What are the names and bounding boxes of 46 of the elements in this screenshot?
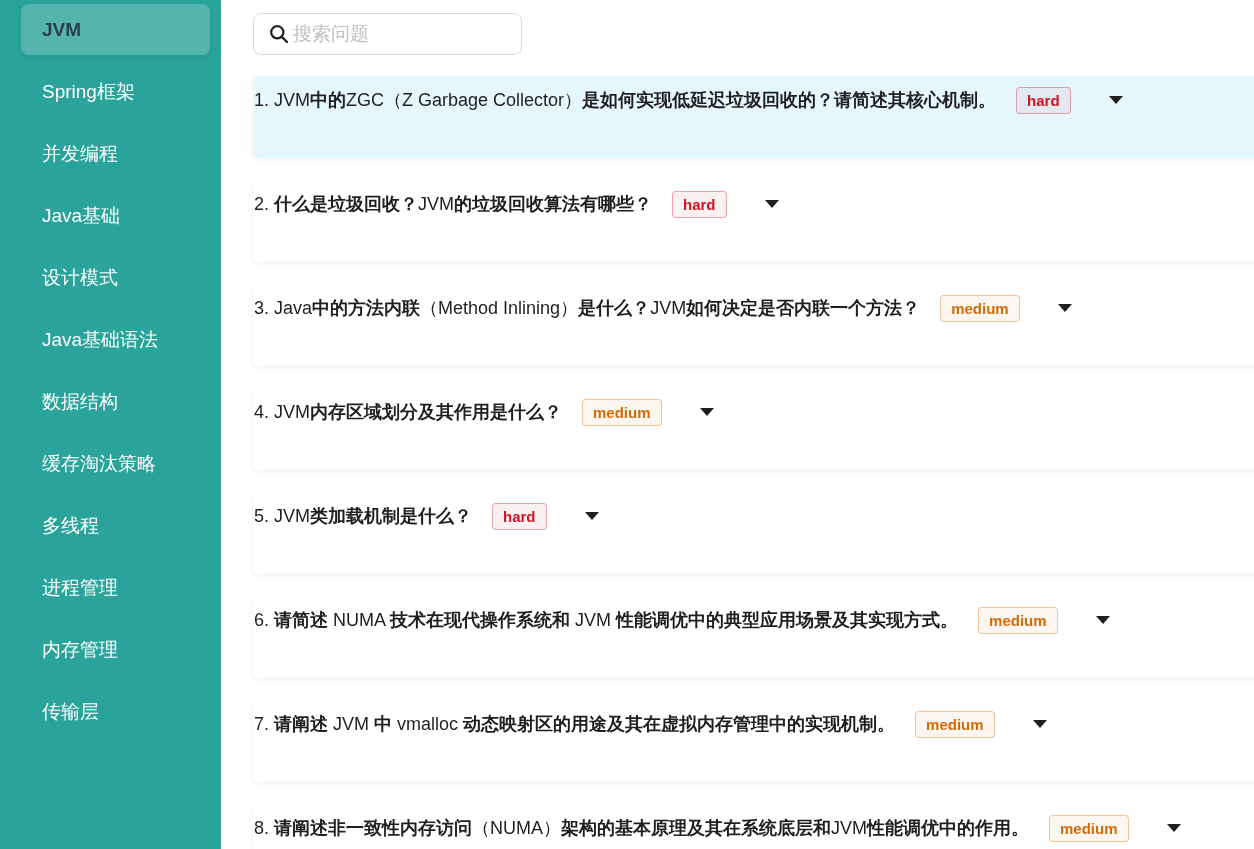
sidebar-item[interactable]: JVM	[21, 4, 210, 55]
sidebar-item[interactable]: 缓存淘汰策略	[21, 438, 210, 489]
caret-icon[interactable]	[1032, 720, 1047, 728]
question-card[interactable]: 5. JVM类加载机制是什么？ hard	[253, 492, 1254, 574]
question-card[interactable]: 8. 请阐述非一致性内存访问（NUMA）架构的基本原理及其在系统底层和JVM性能调优中的作用。 medium	[253, 804, 1254, 849]
difficulty-tag: medium	[940, 295, 1020, 322]
question-card[interactable]: 2. 什么是垃圾回收？JVM的垃圾回收算法有哪些？ hard	[253, 180, 1254, 262]
caret-icon[interactable]	[1095, 616, 1110, 624]
difficulty-tag: hard	[1016, 87, 1071, 114]
sidebar-item[interactable]: 传输层	[21, 686, 210, 737]
caret-icon[interactable]	[1166, 824, 1181, 832]
question-title: 6. 请简述 NUMA 技术在现代操作系统和 JVM 性能调优中的典型应用场景及其实现方式。	[253, 609, 959, 632]
question-title: 7. 请阐述 JVM 中 vmalloc 动态映射区的用途及其在虚拟内存管理中的实现机制。	[253, 713, 896, 736]
caret-icon[interactable]	[1108, 96, 1123, 104]
sidebar-item[interactable]: Java基础	[21, 190, 210, 241]
question-title: 5. JVM类加载机制是什么？	[253, 505, 472, 528]
difficulty-tag: hard	[672, 191, 727, 218]
caret-icon[interactable]	[584, 512, 599, 520]
search-icon	[270, 25, 288, 43]
sidebar-item[interactable]: 数据结构	[21, 376, 210, 427]
difficulty-tag: medium	[978, 607, 1058, 634]
sidebar-item[interactable]: 内存管理	[21, 624, 210, 675]
search-field[interactable]: 搜索问题	[253, 13, 522, 55]
question-title: 8. 请阐述非一致性内存访问（NUMA）架构的基本原理及其在系统底层和JVM性能调优中的作用。	[253, 817, 1029, 840]
sidebar-item[interactable]: 并发编程	[21, 128, 210, 179]
sidebar-item[interactable]: 进程管理	[21, 562, 210, 613]
difficulty-tag: hard	[492, 503, 547, 530]
question-card[interactable]: 6. 请简述 NUMA 技术在现代操作系统和 JVM 性能调优中的典型应用场景及其实现方式。 medium	[253, 596, 1254, 678]
sidebar-item[interactable]: 设计模式	[21, 252, 210, 303]
question-title: 4. JVM内存区域划分及其作用是什么？	[253, 401, 562, 424]
sidebar-item[interactable]: Java基础语法	[21, 314, 210, 365]
question-title: 1. JVM中的ZGC（Z Garbage Collector）是如何实现低延迟垃圾回收的？请简述其核心机制。	[253, 89, 997, 112]
difficulty-tag: medium	[915, 711, 995, 738]
sidebar-item[interactable]: 多线程	[21, 500, 210, 551]
sidebar-item[interactable]: Spring框架	[21, 66, 210, 117]
question-card[interactable]: 7. 请阐述 JVM 中 vmalloc 动态映射区的用途及其在虚拟内存管理中的实现机制。 medium	[253, 700, 1254, 782]
difficulty-tag: medium	[1049, 815, 1129, 842]
question-card[interactable]: 4. JVM内存区域划分及其作用是什么？ medium	[253, 388, 1254, 470]
caret-icon[interactable]	[1057, 304, 1072, 312]
question-card[interactable]: 1. JVM中的ZGC（Z Garbage Collector）是如何实现低延迟垃圾回收的？请简述其核心机制。 hard	[253, 76, 1254, 158]
question-title: 2. 什么是垃圾回收？JVM的垃圾回收算法有哪些？	[253, 193, 652, 216]
question-card[interactable]: 3. Java中的方法内联（Method Inlining）是什么？JVM如何决定是否内联一个方法？ medium	[253, 284, 1254, 366]
difficulty-tag: medium	[582, 399, 662, 426]
caret-icon[interactable]	[699, 408, 714, 416]
question-title: 3. Java中的方法内联（Method Inlining）是什么？JVM如何决定是否内联一个方法？	[253, 297, 921, 320]
caret-icon[interactable]	[764, 200, 779, 208]
